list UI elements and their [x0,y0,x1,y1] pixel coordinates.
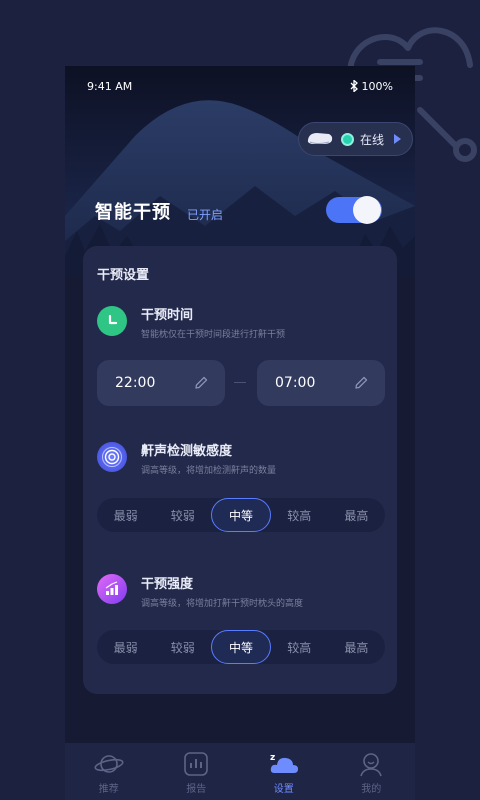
strength-option[interactable]: 最弱 [97,630,154,664]
tab-settings[interactable]: z 设置 [240,743,328,800]
app-screen: 9:41 AM 100% 在线 智能干预 已开启 干预设置 干预时间 智能枕仅在… [65,66,415,800]
tab-recommend[interactable]: 推荐 [65,743,153,800]
time-title: 干预时间 [141,308,194,323]
clock-icon [97,306,127,336]
snore-detection-icon [97,442,127,472]
pillow-icon [307,133,333,144]
sensitivity-option[interactable]: 最弱 [97,498,154,532]
end-time-value: 07:00 [275,375,316,391]
sensitivity-desc: 调高等级，将增加检测鼾声的数量 [141,466,277,476]
strength-option[interactable]: 最高 [328,630,385,664]
smart-intervention-status: 已开启 [187,208,224,222]
report-chart-icon [184,752,209,776]
end-time-field[interactable]: 07:00 [257,360,385,406]
strength-chart-icon [97,574,127,604]
card-title: 干预设置 [97,268,150,283]
strength-option[interactable]: 较弱 [154,630,211,664]
start-time-field[interactable]: 22:00 [97,360,225,406]
time-desc: 智能枕仅在干预时间段进行打鼾干预 [141,330,286,340]
strength-desc: 调高等级，将增加打鼾干预时枕头的高度 [141,599,304,609]
chevron-right-icon [394,134,402,144]
strength-title: 干预强度 [141,577,194,592]
status-time: 9:41 AM [87,79,133,93]
status-bar: 9:41 AM 100% [65,76,415,96]
battery-level: 100% [361,79,393,93]
start-time-value: 22:00 [115,375,156,391]
edit-pencil-icon [355,376,368,389]
strength-selector: 最弱 较弱 中等 较高 最高 [97,630,385,664]
sensitivity-option[interactable]: 最高 [328,498,385,532]
mountain-illustration [65,100,415,276]
device-status-pill[interactable]: 在线 [298,122,413,156]
intervention-settings-card: 干预设置 干预时间 智能枕仅在干预时间段进行打鼾干预 22:00 07:00 鼾… [83,246,397,694]
sensitivity-selector: 最弱 较弱 中等 较高 最高 [97,498,385,532]
device-status-text: 在线 [360,132,385,147]
tab-label: 推荐 [98,784,119,795]
tab-profile[interactable]: 我的 [328,743,416,800]
tab-report[interactable]: 报告 [153,743,241,800]
svg-text:z: z [270,753,275,763]
bottom-tab-bar: 推荐 报告 z 设置 我的 [65,743,415,800]
toggle-knob [353,196,381,224]
smart-intervention-toggle[interactable] [326,196,382,224]
strength-option[interactable]: 较高 [271,630,328,664]
planet-icon [94,755,124,773]
user-icon [360,753,383,777]
time-separator [234,382,246,383]
smart-intervention-title: 智能干预 [95,202,171,223]
strength-option-selected[interactable]: 中等 [211,630,271,664]
tab-label: 我的 [361,784,382,795]
sensitivity-option-selected[interactable]: 中等 [211,498,271,532]
sensitivity-option[interactable]: 较高 [271,498,328,532]
sleep-cloud-icon: z [270,753,298,773]
edit-pencil-icon [195,376,208,389]
sensitivity-option[interactable]: 较弱 [154,498,211,532]
tab-label: 设置 [273,784,294,795]
sensitivity-title: 鼾声检测敏感度 [141,444,233,459]
tab-label: 报告 [186,784,207,795]
bluetooth-icon [350,80,358,92]
online-indicator [341,132,354,146]
hero-banner [65,66,415,276]
